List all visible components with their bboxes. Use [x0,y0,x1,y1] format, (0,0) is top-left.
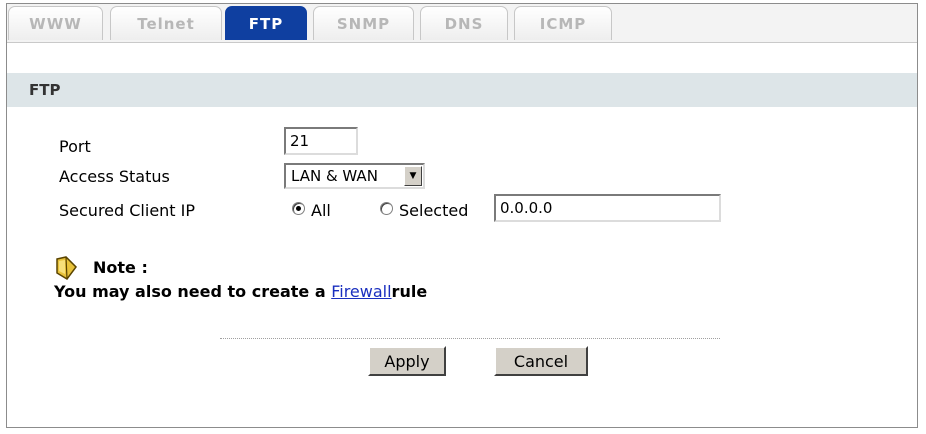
port-input[interactable] [284,127,358,155]
tab-dns[interactable]: DNS [420,6,508,40]
apply-button[interactable]: Apply [368,346,446,376]
radio-selected[interactable] [380,202,393,215]
tab-telnet[interactable]: Telnet [110,6,222,40]
radio-all[interactable] [292,202,305,215]
access-status-value: LAN & WAN [291,167,378,185]
radio-selected-label: Selected [399,201,469,220]
note-text: You may also need to create a Firewallru… [54,282,427,301]
tab-bar: WWW Telnet FTP SNMP DNS ICMP [7,4,917,43]
access-status-select[interactable]: LAN & WAN ▼ [284,163,425,189]
port-label: Port [59,137,91,156]
section-header: FTP [7,73,917,107]
firewall-link[interactable]: Firewall [331,282,391,301]
secured-client-ip-label: Secured Client IP [59,201,196,220]
cancel-button[interactable]: Cancel [494,346,588,376]
tab-ftp[interactable]: FTP [225,6,307,40]
note-text-prefix: You may also need to create a [54,282,332,301]
access-status-label: Access Status [59,167,170,186]
secured-ip-input[interactable] [494,194,721,222]
tab-snmp[interactable]: SNMP [313,6,414,40]
note-title: Note : [93,258,148,277]
note-icon [56,256,77,280]
divider [220,338,720,339]
note-text-suffix: rule [391,282,428,301]
tab-www[interactable]: WWW [8,6,103,40]
dropdown-arrow-icon[interactable]: ▼ [404,166,422,186]
tab-icmp[interactable]: ICMP [514,6,612,40]
ftp-settings-panel: WWW Telnet FTP SNMP DNS ICMP FTP Port Ac… [6,3,918,428]
radio-all-label: All [311,201,331,220]
section-title: FTP [29,81,61,99]
